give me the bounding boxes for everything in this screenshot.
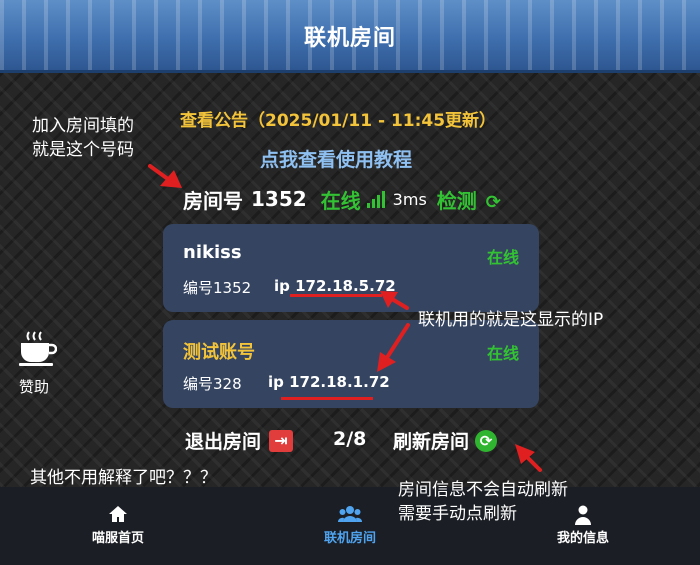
annotation-line: 房间信息不会自动刷新 bbox=[398, 480, 568, 500]
donate-label: 赞助 bbox=[19, 378, 50, 396]
latency-value: 3ms bbox=[392, 189, 427, 209]
tutorial-link[interactable]: 点我查看使用教程 bbox=[260, 145, 412, 172]
annotation-refresh: 房间信息不会自动刷新 需要手动点刷新 bbox=[398, 478, 568, 526]
room-number-label: 房间号 bbox=[183, 188, 243, 213]
player-id: 编号328 bbox=[183, 375, 242, 393]
ip-underline bbox=[290, 294, 382, 297]
signal-strength-icon bbox=[366, 190, 387, 208]
annotation-line: 加入房间填的 bbox=[32, 116, 134, 136]
bottom-nav: 喵服首页 联机房间 我的信息 bbox=[0, 487, 700, 565]
annotation-line: 需要手动点刷新 bbox=[398, 504, 517, 524]
exit-room-label: 退出房间 bbox=[185, 431, 262, 453]
nav-home[interactable]: 喵服首页 bbox=[58, 487, 178, 565]
exit-icon: ⇥ bbox=[269, 429, 294, 452]
player-ip: ip 172.18.5.72 bbox=[274, 277, 396, 295]
users-icon bbox=[290, 505, 410, 525]
donate-button[interactable] bbox=[17, 330, 58, 370]
refresh-room-button[interactable]: 刷新房间 ⟳ bbox=[393, 427, 498, 454]
player-ip: ip 172.18.1.72 bbox=[268, 373, 390, 391]
player-name: nikiss bbox=[183, 242, 242, 263]
refresh-icon: ⟳ bbox=[485, 191, 501, 213]
ip-underline bbox=[281, 397, 373, 400]
annotation-line: 就是这个号码 bbox=[32, 140, 134, 160]
announcement-link[interactable]: 查看公告（2025/01/11 - 11:45更新） bbox=[180, 106, 496, 131]
nav-rooms[interactable]: 联机房间 bbox=[290, 487, 410, 565]
annotation-join: 加入房间填的 就是这个号码 bbox=[32, 114, 134, 162]
room-number: 1352 bbox=[251, 187, 307, 211]
player-card: nikiss 在线 编号1352 ip 172.18.5.72 bbox=[163, 224, 539, 312]
annotation-arrow bbox=[148, 164, 174, 184]
check-button[interactable]: 检测 ⟳ bbox=[437, 185, 501, 214]
annotation-arrow-head bbox=[160, 170, 182, 188]
annotation-ip: 联机用的就是这显示的IP bbox=[418, 310, 604, 330]
annotation-arrow-head bbox=[515, 444, 535, 464]
header-bar: 联机房间 bbox=[0, 0, 700, 73]
nav-label: 联机房间 bbox=[323, 531, 376, 546]
player-count: 2/8 bbox=[333, 428, 367, 450]
room-status: 在线 bbox=[320, 188, 361, 213]
exit-room-button[interactable]: 退出房间 ⇥ bbox=[185, 427, 294, 454]
nav-label: 喵服首页 bbox=[91, 531, 144, 546]
player-status: 在线 bbox=[486, 344, 519, 363]
annotation-arrow bbox=[523, 453, 542, 472]
player-id: 编号1352 bbox=[183, 279, 252, 297]
home-icon bbox=[58, 505, 178, 525]
player-name: 测试账号 bbox=[183, 342, 255, 363]
nav-label: 我的信息 bbox=[556, 531, 609, 546]
coffee-cup-icon bbox=[19, 331, 58, 366]
refresh-icon: ⟳ bbox=[475, 429, 498, 452]
check-label: 检测 bbox=[436, 188, 477, 213]
player-status: 在线 bbox=[486, 248, 519, 267]
refresh-room-label: 刷新房间 bbox=[393, 431, 470, 453]
page-title: 联机房间 bbox=[303, 26, 396, 51]
player-card: 测试账号 在线 编号328 ip 172.18.1.72 bbox=[163, 320, 539, 408]
room-info-row: 房间号 1352 在线 3ms 检测 ⟳ bbox=[183, 185, 501, 213]
